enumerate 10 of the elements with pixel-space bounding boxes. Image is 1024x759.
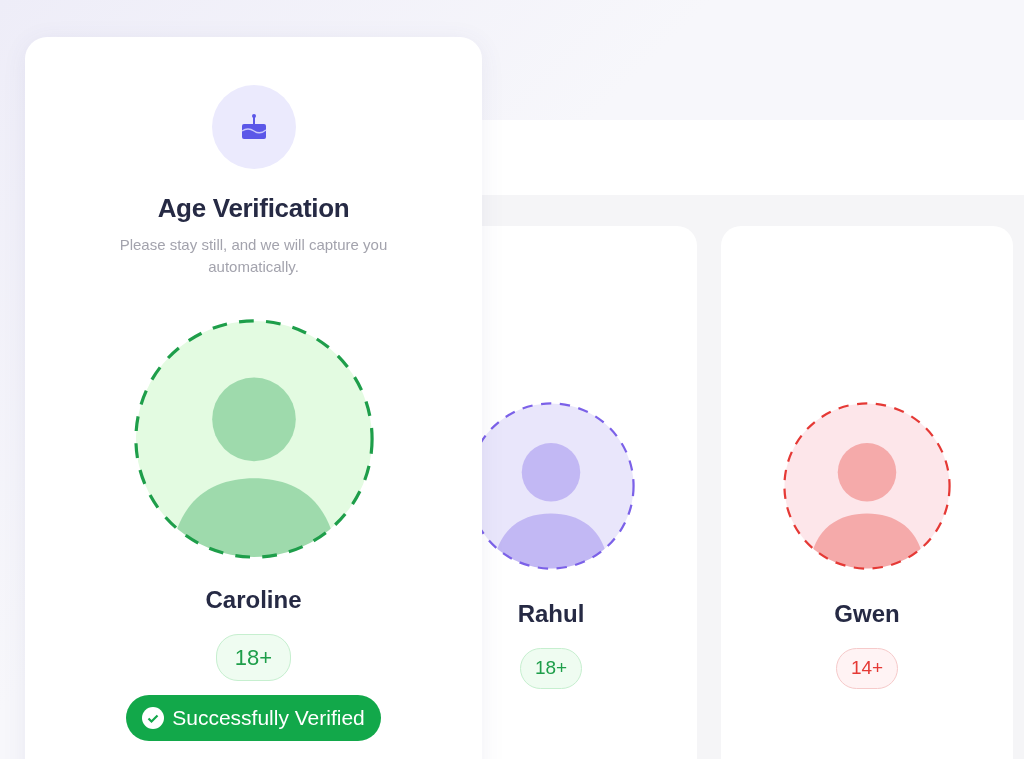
age-badge: 18+: [519, 648, 583, 689]
instruction-text: Please stay still, and we will capture you automatically.: [118, 235, 389, 277]
verified-status-button[interactable]: Successfully Verified: [126, 695, 381, 741]
age-badge: 14+: [835, 648, 899, 689]
age-badge: 18+: [215, 634, 292, 681]
person-name: Rahul: [517, 599, 585, 629]
check-circle-icon: [142, 707, 165, 729]
person-name: Gwen: [834, 599, 900, 629]
person-name: Caroline: [205, 585, 302, 615]
card-title: Age Verification: [157, 192, 350, 225]
